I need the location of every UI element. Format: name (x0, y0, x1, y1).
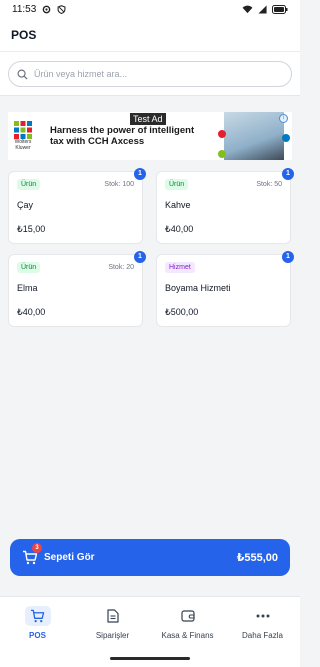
ad-dot-red (218, 130, 226, 138)
stock-label: Stok: 100 (104, 181, 134, 188)
product-card[interactable]: 1 Ürün Stok: 50 Kahve ₺40,00 (156, 168, 294, 244)
document-icon (106, 608, 119, 623)
status-time: 11:53 (12, 3, 37, 15)
ad-headline-line2: tax with CCH Axcess (50, 136, 145, 147)
product-name: Çay (17, 200, 34, 210)
shield-status-icon (57, 4, 66, 14)
nav-item-pos[interactable]: POS (0, 597, 75, 648)
cart-count-badge: 1 (134, 251, 146, 263)
signal-icon (258, 4, 267, 14)
ad-dot-blue (282, 134, 290, 142)
cart-left: 3 Sepeti Gör (22, 543, 95, 565)
card-top: Hizmet (165, 262, 282, 273)
ad-headline: Harness the power of intelligent tax wit… (50, 125, 220, 147)
type-tag: Ürün (17, 262, 41, 273)
search-box[interactable] (8, 61, 292, 87)
cart-count-badge: 1 (134, 168, 146, 180)
wallet-icon (180, 610, 195, 622)
product-price: ₺500,00 (165, 307, 199, 317)
nav-icon-box (100, 606, 126, 626)
nav-icon-box (250, 606, 276, 626)
type-tag: Ürün (17, 179, 41, 190)
nav-item-more[interactable]: Daha Fazla (225, 597, 300, 648)
battery-icon (272, 4, 288, 14)
ad-logo-text: Wolters Kluwer (14, 139, 32, 151)
cart-icon (30, 609, 45, 622)
ad-dot-green (218, 150, 226, 158)
search-icon (17, 69, 28, 80)
ad-label: Test Ad (130, 113, 166, 125)
product-card[interactable]: 1 Ürün Stok: 100 Çay ₺15,00 (8, 168, 146, 244)
ad-logo: Wolters Kluwer (8, 113, 38, 159)
nav-icon-box (175, 606, 201, 626)
card-top: Ürün Stok: 50 (165, 179, 282, 190)
ad-info-icon[interactable]: i (279, 114, 288, 123)
stock-label: Stok: 20 (108, 264, 134, 271)
search-input[interactable] (34, 69, 283, 79)
nav-icon-box (24, 605, 51, 626)
cart-count-badge: 1 (282, 251, 294, 263)
product-price: ₺40,00 (165, 224, 194, 234)
cart-item-count-badge: 3 (32, 543, 42, 553)
type-tag: Ürün (165, 179, 189, 190)
view-cart-label: Sepeti Gör (44, 552, 95, 563)
product-name: Elma (17, 283, 38, 293)
wolters-kluwer-logo-icon (14, 121, 32, 139)
card-top: Ürün Stok: 20 (17, 262, 134, 273)
nav-item-orders[interactable]: Siparişler (75, 597, 150, 648)
nav-label: POS (29, 630, 46, 640)
nav-label: Siparişler (95, 630, 130, 640)
settings-status-icon (42, 5, 51, 13)
more-icon (256, 614, 269, 617)
nav-label: Kasa & Finans (161, 630, 214, 640)
cart-count-badge: 1 (282, 168, 294, 180)
home-indicator[interactable] (110, 657, 190, 660)
type-tag: Hizmet (165, 262, 195, 273)
status-bar-right (242, 4, 288, 14)
cart-total: ₺555,00 (236, 552, 278, 564)
page-title: POS (11, 27, 37, 42)
ad-headline-line1: Harness the power of intelligent (50, 125, 195, 136)
status-bar-left: 11:53 (12, 4, 66, 15)
card-top: Ürün Stok: 100 (17, 179, 134, 190)
product-name: Kahve (165, 200, 191, 210)
status-bar: 11:53 (0, 0, 300, 18)
stock-label: Stok: 50 (256, 181, 282, 188)
product-price: ₺15,00 (17, 224, 46, 234)
product-card[interactable]: 1 Ürün Stok: 20 Elma ₺40,00 (8, 251, 146, 327)
search-section (0, 52, 300, 96)
wifi-icon (242, 5, 253, 13)
product-price: ₺40,00 (17, 307, 46, 317)
nav-label: Daha Fazla (242, 630, 283, 640)
ad-photo (218, 112, 290, 160)
view-cart-button[interactable]: 3 Sepeti Gör ₺555,00 (10, 539, 290, 576)
service-card[interactable]: 1 Hizmet Boyama Hizmeti ₺500,00 (156, 251, 294, 327)
product-name: Boyama Hizmeti (165, 283, 231, 293)
nav-item-cash-finance[interactable]: Kasa & Finans (150, 597, 225, 648)
product-grid: 1 Ürün Stok: 100 Çay ₺15,00 1 Ürün Stok:… (8, 168, 294, 327)
bottom-nav: POS Siparişler Kasa & Finans Daha Fazla (0, 596, 300, 648)
app-header: POS (0, 18, 300, 52)
